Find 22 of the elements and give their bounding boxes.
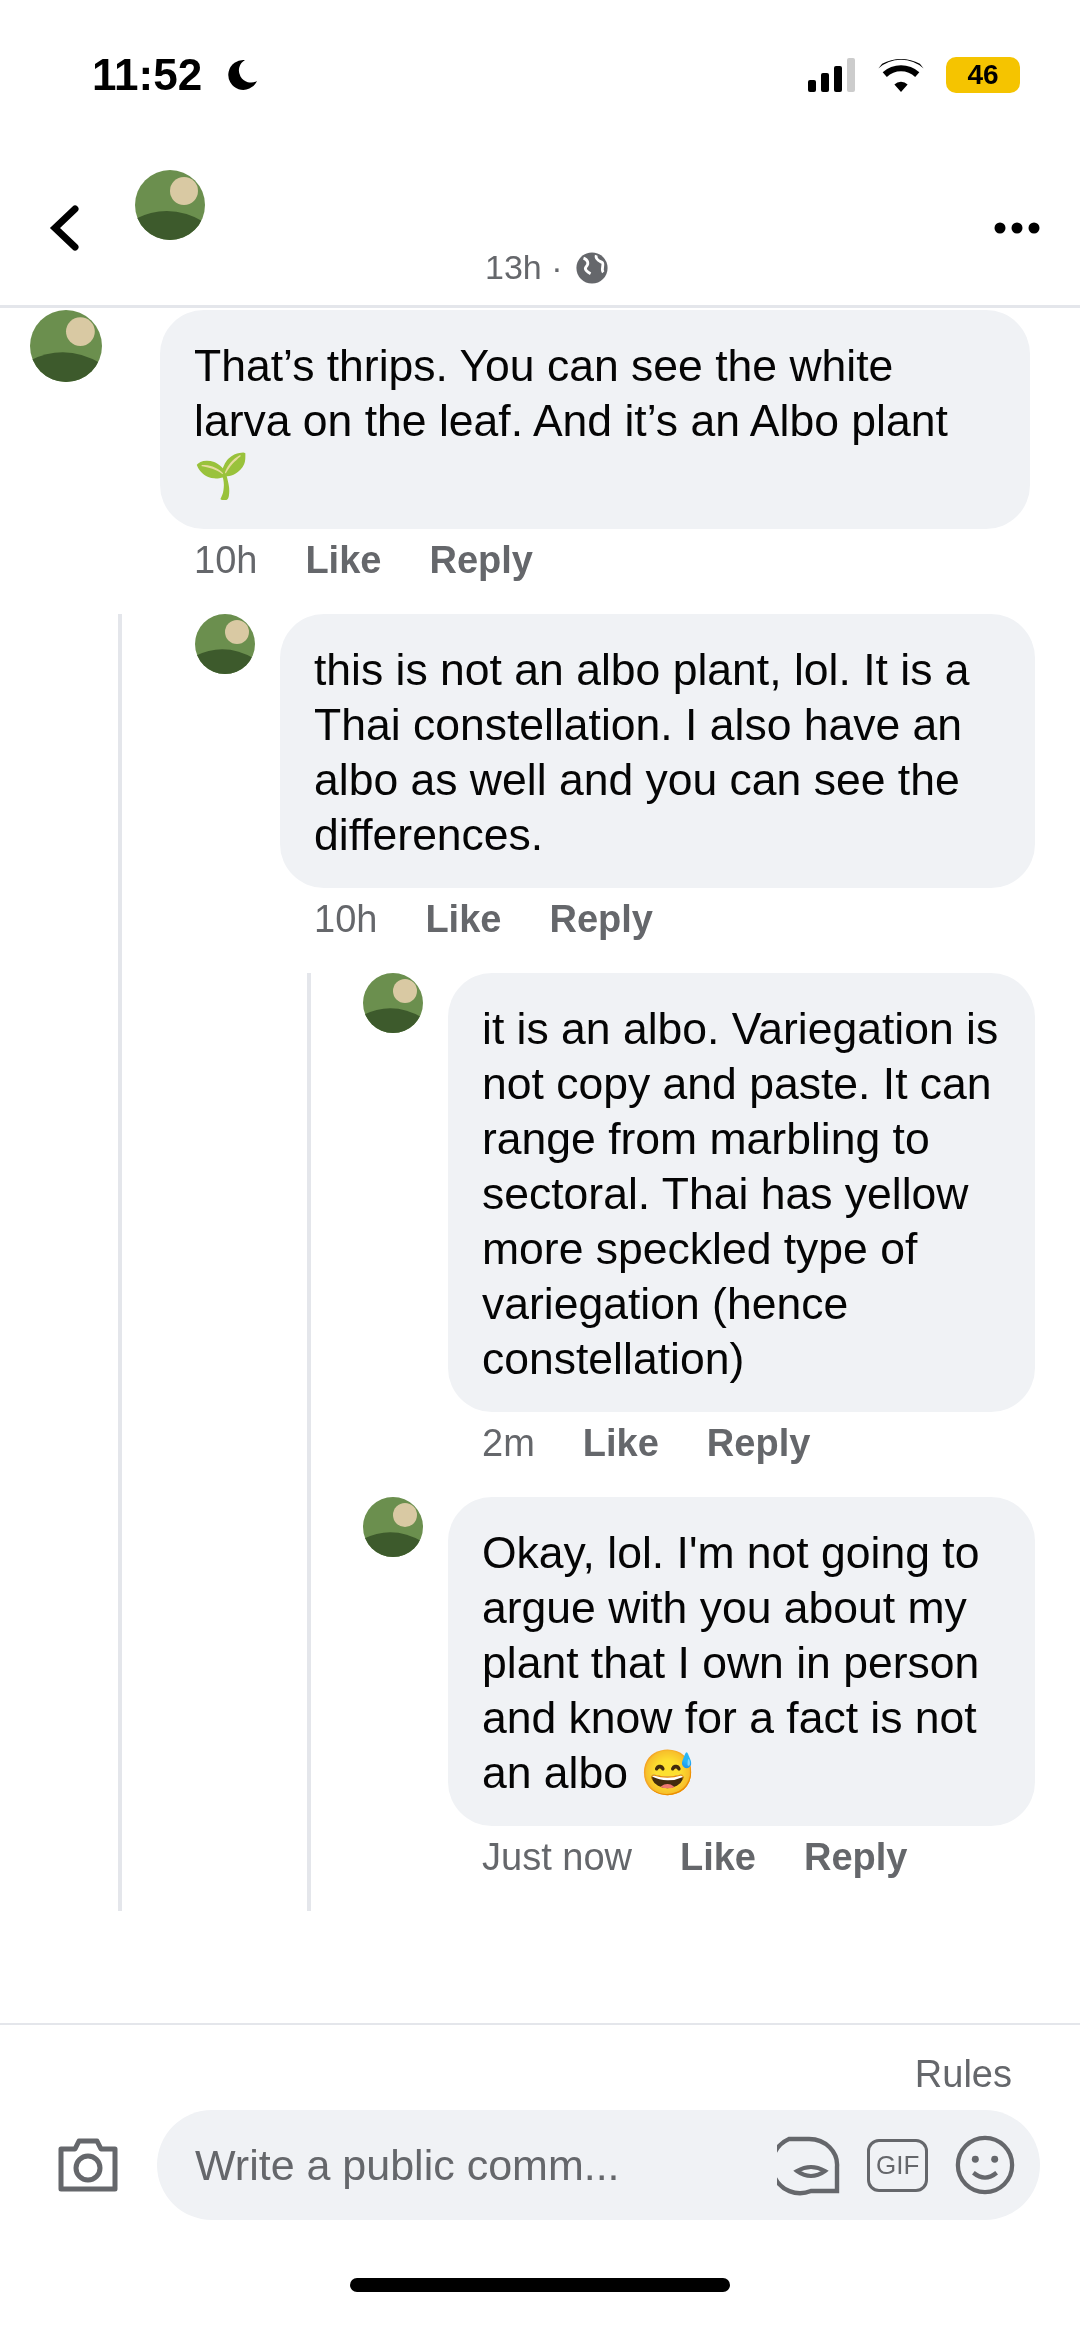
battery-level: 46 (946, 57, 1020, 93)
comment-text: this is not an albo plant, lol. It is a Thai constellation. I also have an albo as well and you can see the differences. (280, 614, 1035, 888)
reply-button[interactable]: Reply (804, 1836, 908, 1879)
reply-button[interactable]: Reply (706, 1422, 811, 1465)
comment-time: 10h (314, 898, 378, 941)
comment-text: it is an albo. Variegation is not copy and paste. It can range from marbling to sectoral. Thai has yellow more speckled type of variegation (hence constellation) (448, 973, 1035, 1412)
comment-time: Just now (482, 1836, 632, 1879)
comment-input[interactable]: Write a public comm... GIF (157, 2110, 1041, 2220)
like-button[interactable]: Like (305, 539, 382, 582)
reply-button[interactable]: Reply (429, 539, 533, 582)
like-button[interactable]: Like (425, 898, 502, 941)
comment-text: Okay, lol. I'm not going to argue with you about my plant that I own in person and know for a fact is not an albo 😅 (448, 1497, 1035, 1826)
gif-button[interactable]: GIF (867, 2138, 929, 2192)
comment-time: 2m (482, 1422, 535, 1465)
comment-text: That’s thrips. You can see the white larva on the leaf. And it’s an Albo plant 🌱 (160, 310, 1030, 529)
rules-link[interactable]: Rules (914, 2053, 1012, 2096)
like-button[interactable]: Like (582, 1422, 659, 1465)
comment-time: 10h (194, 539, 258, 582)
status-time: 11:52 (92, 50, 203, 100)
post-time: 13h · (485, 248, 563, 287)
reply-button[interactable]: Reply (549, 898, 653, 941)
like-button[interactable]: Like (679, 1836, 756, 1879)
